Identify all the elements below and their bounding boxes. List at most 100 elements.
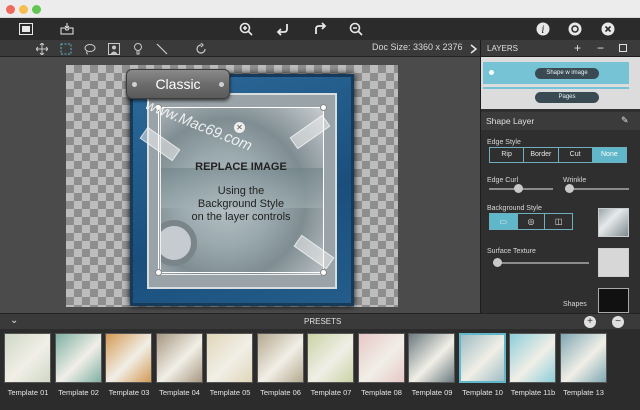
edge-style-label: Edge Style [487,139,521,146]
edge-curl-knob[interactable] [513,184,523,193]
presets-title: PRESETS [304,317,342,326]
layer-item[interactable]: Pages [483,87,629,107]
template-thumbnail[interactable] [105,333,152,383]
template-label: Template 06 [260,388,301,397]
marquee-tool-icon[interactable] [58,41,73,56]
template-strip: Template 01 Template 02 Template 03 Templat… [0,329,640,410]
background-thumbnail[interactable] [598,208,629,237]
rivet-icon [219,82,224,87]
main-toolbar: i [0,18,640,40]
template-label: Template 01 [7,388,49,397]
resize-handle[interactable] [320,269,327,276]
template-label: Template 09 [411,388,453,397]
wrinkle-slider[interactable] [565,188,629,190]
template-thumbnail[interactable] [54,333,102,383]
wrinkle-label: Wrinkle [563,177,587,184]
background-style-label: Background Style [487,205,542,212]
move-tool-icon[interactable] [34,41,49,56]
template-label: Template 11b [510,388,556,397]
edge-style-rip[interactable]: Rip [490,148,525,162]
template-label: Template 02 [58,388,99,397]
template-label: Template 08 [361,388,402,397]
redo-icon[interactable] [311,20,329,38]
visibility-dot-icon[interactable] [489,70,494,75]
undo-icon[interactable] [274,20,292,38]
template-label: Template 07 [310,388,352,397]
surface-texture-thumbnail[interactable] [598,248,629,277]
chevron-right-icon[interactable] [466,41,481,56]
close-window-button[interactable] [6,5,15,14]
layer-label: Shape w image [535,68,599,79]
wrinkle-knob[interactable] [565,184,574,193]
surface-texture-knob[interactable] [493,258,502,267]
template-label: Template 04 [159,388,200,397]
zoom-out-icon[interactable] [347,20,365,38]
line-tool-icon[interactable] [154,41,169,56]
rivet-icon [132,82,137,87]
template-thumbnail[interactable] [155,333,203,383]
layers-title: LAYERS [487,44,518,53]
template-label: Template 13 [563,388,604,397]
bg-style-blend-icon[interactable]: ◎ [518,214,546,229]
zoom-window-button[interactable] [32,5,41,14]
replace-image-instructions: Using the Background Style on the layer … [158,185,324,224]
shape-layer-header: Shape Layer ✎ [481,112,640,130]
template-thumbnail[interactable] [206,333,253,383]
surface-texture-slider[interactable] [493,262,589,264]
edge-style-cut[interactable]: Cut [559,148,593,162]
layers-panel: LAYERS + − Shape w image Pages Shape Lay… [480,40,640,313]
chevron-down-icon[interactable]: ⌄ [10,315,18,326]
layer-label: Pages [535,92,599,103]
edge-style-segmented: Rip Border Cut None [489,147,627,163]
presets-icon[interactable] [17,20,35,38]
template-thumbnail[interactable] [256,333,304,383]
paint-bucket-icon[interactable]: ✎ [621,115,629,126]
resize-handle[interactable] [155,269,162,276]
template-thumbnail[interactable] [408,333,455,383]
title-plate[interactable]: Classic [126,69,230,99]
shape-layer-title: Shape Layer [486,116,535,126]
edge-style-none[interactable]: None [592,148,626,162]
edge-curl-label: Edge Curl [487,177,519,184]
resize-handle[interactable] [320,104,327,111]
remove-preset-icon[interactable]: − [612,316,624,328]
settings-icon[interactable] [566,20,584,38]
add-preset-icon[interactable]: + [584,316,596,328]
info-icon[interactable]: i [534,20,552,38]
layer-item[interactable]: Shape w image [483,62,629,84]
inbox-icon[interactable] [58,20,76,38]
template-thumbnail[interactable] [559,333,607,383]
instruction-line: on the layer controls [191,211,291,223]
edge-style-border[interactable]: Border [524,148,559,162]
close-icon[interactable] [599,20,617,38]
template-thumbnail[interactable] [509,333,556,383]
duplicate-layer-icon[interactable] [619,44,627,52]
bg-style-image-icon[interactable]: ▭ [490,214,518,229]
template-thumbnail[interactable] [357,333,405,383]
minimize-window-button[interactable] [19,5,28,14]
doc-size-label: Doc Size: 3360 x 2376 [372,42,463,52]
presets-bar: ⌄ PRESETS + − [0,313,640,329]
zoom-in-icon[interactable] [237,20,255,38]
canvas-area[interactable]: Classic ✕ REPLACE IMAGE Using the Backgr… [0,57,480,313]
remove-layer-icon[interactable]: − [597,41,604,55]
image-tool-icon[interactable] [106,41,121,56]
template-thumbnail[interactable] [307,333,354,383]
reset-icon[interactable] [193,41,208,56]
tool-bar: Doc Size: 3360 x 2376 [0,40,480,57]
bg-style-shape-icon[interactable]: ◫ [545,214,572,229]
plate-title: Classic [155,76,201,92]
lasso-tool-icon[interactable] [82,41,97,56]
surface-texture-label: Surface Texture [487,248,536,255]
layers-list: Shape w image Pages [481,57,640,109]
shapes-label: Shapes [563,301,587,308]
template-label: Template 05 [209,388,251,397]
layers-header: LAYERS + − [481,40,640,57]
instruction-line: Background Style [197,198,285,210]
replace-image-title: REPLACE IMAGE [195,161,287,173]
template-thumbnail[interactable] [458,333,506,383]
brush-tool-icon[interactable] [130,41,145,56]
template-thumbnail[interactable] [4,333,51,383]
add-layer-icon[interactable]: + [574,41,581,55]
shapes-thumbnail[interactable] [598,288,629,313]
